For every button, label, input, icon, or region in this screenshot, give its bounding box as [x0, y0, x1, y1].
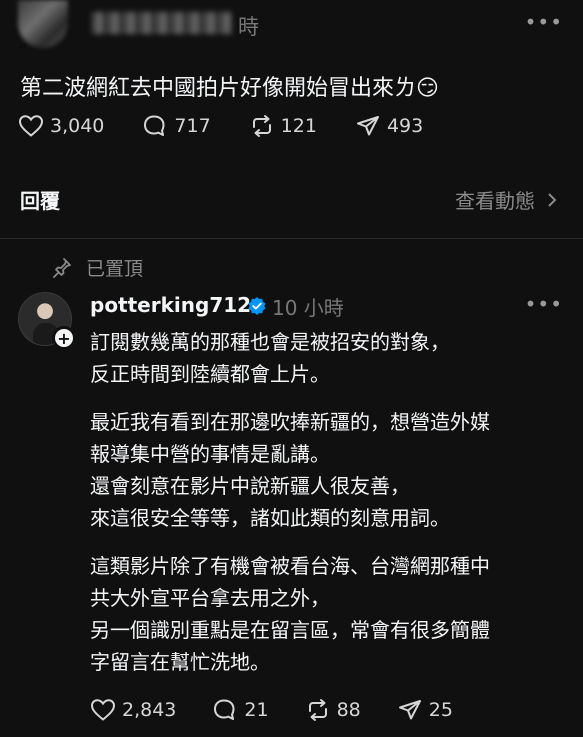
chevron-right-icon	[548, 192, 557, 207]
reply-username[interactable]: potterking712	[90, 293, 251, 317]
reply-line: 這類影片除了有機會被看台海、台灣網那種中	[90, 554, 490, 578]
comment-count: 717	[174, 115, 211, 137]
section-divider	[0, 238, 583, 239]
reply-line: 還會刻意在影片中說新疆人很友善，	[90, 474, 410, 498]
comment-icon	[214, 699, 235, 720]
heart-icon	[90, 699, 116, 721]
reply-like-button[interactable]: 2,843	[90, 698, 176, 722]
reply-like-count: 2,843	[122, 699, 177, 721]
author-name-blurred[interactable]	[92, 12, 232, 34]
heart-icon	[18, 115, 44, 137]
post-text: 第二波網紅去中國拍片好像開始冒出來ㄌ😏	[20, 76, 439, 101]
view-activity-link[interactable]: 查看動態	[455, 185, 561, 214]
view-activity-label: 查看動態	[455, 189, 535, 213]
comment-button[interactable]: 717	[142, 114, 211, 138]
reply-line: 報導集中營的事情是亂講。	[90, 442, 330, 466]
repost-icon	[252, 115, 271, 137]
post-actions: 3,040 717 121 493	[18, 114, 461, 138]
reply-share-button[interactable]: 25	[397, 698, 453, 722]
reply-body: 訂閱數幾萬的那種也會是被招安的對象， 反正時間到陸續都會上片。 最近我有看到在那…	[90, 326, 490, 678]
pin-icon	[53, 257, 71, 278]
reply-repost-count: 88	[336, 699, 361, 721]
post-time: 時	[238, 15, 259, 39]
reply-line: 訂閱數幾萬的那種也會是被招安的對象，	[90, 330, 450, 354]
like-button[interactable]: 3,040	[18, 114, 104, 138]
reply-line: 反正時間到陸續都會上片。	[90, 362, 330, 386]
share-icon	[398, 700, 421, 720]
repost-button[interactable]: 121	[249, 114, 317, 138]
pinned-indicator: 已置頂	[52, 254, 143, 281]
share-icon	[356, 116, 379, 136]
pinned-label: 已置頂	[86, 258, 144, 280]
share-count: 493	[386, 115, 424, 137]
reply-line: 另一個識別重點是在留言區，常會有很多簡體	[90, 618, 490, 642]
thread-view: 時 ••• 第二波網紅去中國拍片好像開始冒出來ㄌ😏 3,040 717 121 …	[0, 0, 583, 737]
reply-comment-count: 21	[244, 699, 269, 721]
reply-time: 10 小時	[272, 296, 344, 320]
reply-share-count: 25	[428, 699, 453, 721]
reply-line: 最近我有看到在那邊吹捧新疆的，想營造外媒	[90, 410, 490, 434]
reply-line: 來這很安全等等，諸如此類的刻意用詞。	[90, 506, 450, 530]
reply-repost-button[interactable]: 88	[305, 698, 361, 722]
share-button[interactable]: 493	[355, 114, 423, 138]
post-more-icon[interactable]: •••	[525, 10, 563, 34]
reply-line: 共大外宣平台拿去用之外，	[90, 586, 330, 610]
reply-comment-button[interactable]: 21	[212, 698, 269, 722]
reply-more-icon[interactable]: •••	[525, 292, 563, 316]
follow-plus-icon[interactable]: +	[52, 326, 76, 350]
verified-badge-icon	[248, 297, 266, 315]
replies-label: 回覆	[20, 189, 60, 213]
reply-actions: 2,843 21 88 25	[90, 698, 489, 722]
like-count: 3,040	[50, 115, 105, 137]
comment-icon	[144, 115, 165, 136]
repost-icon	[308, 699, 327, 721]
reply-line: 字留言在幫忙洗地。	[90, 650, 270, 674]
author-avatar-blurred[interactable]	[18, 0, 68, 48]
repost-count: 121	[280, 115, 317, 137]
